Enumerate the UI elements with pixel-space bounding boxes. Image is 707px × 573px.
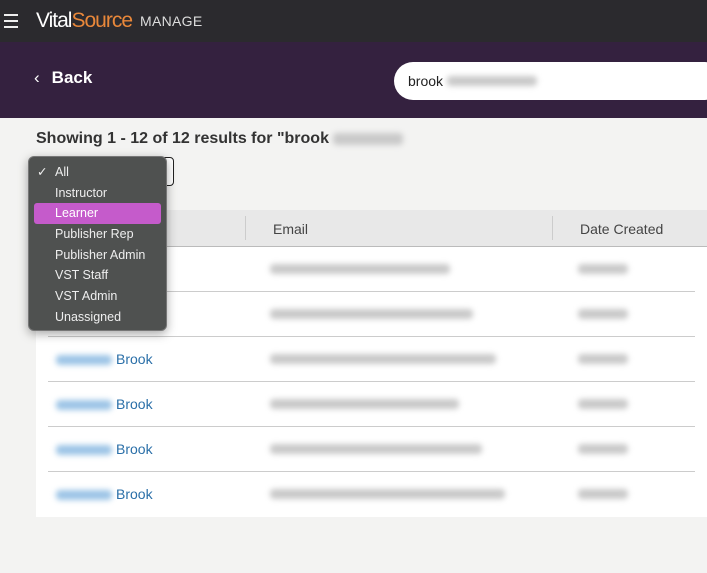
column-date-created[interactable]: Date Created [580,221,663,237]
app-name: MANAGE [140,13,203,29]
role-option[interactable]: Instructor [34,183,161,204]
redacted-date [578,444,628,454]
redacted-date [578,489,628,499]
redacted-email [270,444,482,454]
redacted-email [270,399,459,409]
header-band: ‹ Back brook [0,42,707,118]
redacted-text [56,490,112,501]
checkmark-icon: ✓ [37,165,48,179]
role-option[interactable]: Publisher Admin [34,245,161,266]
logo: VitalSource [36,9,133,32]
table-row[interactable]: Brook [48,382,695,427]
redacted-date [578,354,628,364]
user-name-link[interactable]: Brook [56,486,153,502]
redacted-date [578,309,628,319]
top-bar: VitalSource MANAGE [0,0,707,42]
back-button[interactable]: ‹ Back [34,68,92,88]
table-row[interactable]: Brook [48,472,695,517]
redacted-text [333,132,404,145]
column-email[interactable]: Email [273,221,308,237]
role-option[interactable]: Publisher Rep [34,224,161,245]
redacted-date [578,264,628,274]
hamburger-menu-icon[interactable] [4,14,18,28]
redacted-text [446,76,537,86]
user-name-link[interactable]: Brook [56,441,153,457]
table-row[interactable]: Brook [48,337,695,382]
redacted-text [56,355,112,366]
role-option[interactable]: VST Admin [34,286,161,307]
redacted-email [270,264,450,274]
table-row[interactable]: Brook [48,427,695,472]
role-filter-dropdown: ✓ All Instructor Learner Publisher Rep Publis… [28,156,167,331]
user-name-link[interactable]: Brook [56,351,153,367]
redacted-email [270,309,473,319]
search-input[interactable]: brook [394,62,707,100]
redacted-text [56,400,112,411]
role-option[interactable]: ✓ All [34,162,161,183]
redacted-text [56,445,112,456]
results-summary: Showing 1 - 12 of 12 results for "brook [36,130,404,148]
role-option[interactable]: Unassigned [34,307,161,328]
role-option[interactable]: Learner [34,203,161,225]
redacted-email [270,354,496,364]
role-option[interactable]: VST Staff [34,265,161,286]
redacted-email [270,489,505,499]
redacted-date [578,399,628,409]
user-name-link[interactable]: Brook [56,396,153,412]
chevron-left-icon: ‹ [34,68,40,87]
